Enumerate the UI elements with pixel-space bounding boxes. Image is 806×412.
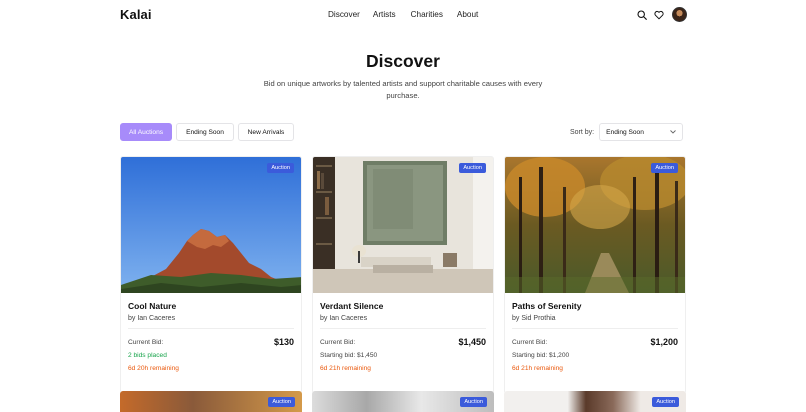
artwork-title[interactable]: Verdant Silence — [320, 301, 486, 311]
bid-status: Starting bid: $1,450 — [320, 352, 378, 359]
top-nav: Kalai Discover Artists Charities About — [0, 0, 806, 30]
filter-new-arrivals[interactable]: New Arrivals — [238, 123, 294, 141]
bid-status: 2 bids placed — [128, 352, 167, 359]
artwork-image[interactable]: Auction — [121, 157, 301, 293]
bid-status: Starting bid: $1,200 — [512, 352, 570, 359]
auction-card[interactable]: Auction — [312, 391, 494, 412]
avatar[interactable] — [672, 7, 687, 22]
auction-badge: Auction — [652, 397, 679, 407]
chevron-down-icon — [670, 129, 676, 136]
auction-card[interactable]: Auction Cool Nature by Ian Caceres Curre… — [120, 156, 302, 394]
auction-badge: Auction — [459, 163, 486, 173]
artwork-image[interactable]: Auction — [505, 157, 685, 293]
artwork-title[interactable]: Cool Nature — [128, 301, 294, 311]
artist-name[interactable]: by Ian Caceres — [128, 315, 294, 322]
divider — [320, 328, 486, 329]
artwork-title[interactable]: Paths of Serenity — [512, 301, 678, 311]
time-remaining: 6d 20h remaining — [128, 365, 179, 372]
heart-icon[interactable] — [653, 8, 665, 22]
auction-card[interactable]: Auction — [120, 391, 302, 412]
sort-select[interactable]: Ending Soon — [599, 123, 684, 141]
logo[interactable]: Kalai — [120, 7, 152, 22]
nav-discover[interactable]: Discover — [328, 10, 360, 19]
artwork-image[interactable]: Auction — [313, 157, 493, 293]
auction-card[interactable]: Auction Paths of Serenity by Sid Prothia… — [504, 156, 686, 394]
nav-artists[interactable]: Artists — [373, 10, 396, 19]
nav-about[interactable]: About — [457, 10, 478, 19]
bid-label: Current Bid: — [320, 339, 356, 346]
divider — [512, 328, 678, 329]
time-remaining: 6d 21h remaining — [320, 365, 371, 372]
bid-value: $130 — [273, 337, 294, 347]
divider — [128, 328, 294, 329]
bid-label: Current Bid: — [512, 339, 548, 346]
bid-value: $1,450 — [458, 337, 486, 347]
artist-name[interactable]: by Sid Prothia — [512, 315, 678, 322]
auction-badge: Auction — [267, 163, 294, 173]
nav-charities[interactable]: Charities — [411, 10, 443, 19]
auction-card[interactable]: Auction Verdant Silence by Ian Caceres C… — [312, 156, 494, 394]
filter-chips: All Auctions Ending Soon New Arrivals — [120, 123, 294, 141]
auction-badge: Auction — [268, 397, 295, 407]
page-subtitle: Bid on unique artworks by talented artis… — [263, 79, 543, 100]
bid-label: Current Bid: — [128, 339, 164, 346]
artist-name[interactable]: by Ian Caceres — [320, 315, 486, 322]
header-actions — [636, 7, 687, 22]
filter-ending-soon[interactable]: Ending Soon — [176, 123, 234, 141]
bid-value: $1,200 — [650, 337, 678, 347]
sort-control: Sort by: Ending Soon — [570, 123, 684, 141]
auction-badge: Auction — [651, 163, 678, 173]
search-icon[interactable] — [636, 8, 648, 22]
time-remaining: 6d 21h remaining — [512, 365, 563, 372]
sort-label: Sort by: — [570, 128, 595, 136]
main-nav: Discover Artists Charities About — [328, 10, 491, 19]
page-title: Discover — [366, 51, 440, 71]
auction-badge: Auction — [460, 397, 487, 407]
sort-value: Ending Soon — [606, 128, 644, 136]
auction-card[interactable]: Auction — [504, 391, 686, 412]
filter-all-auctions[interactable]: All Auctions — [120, 123, 172, 141]
